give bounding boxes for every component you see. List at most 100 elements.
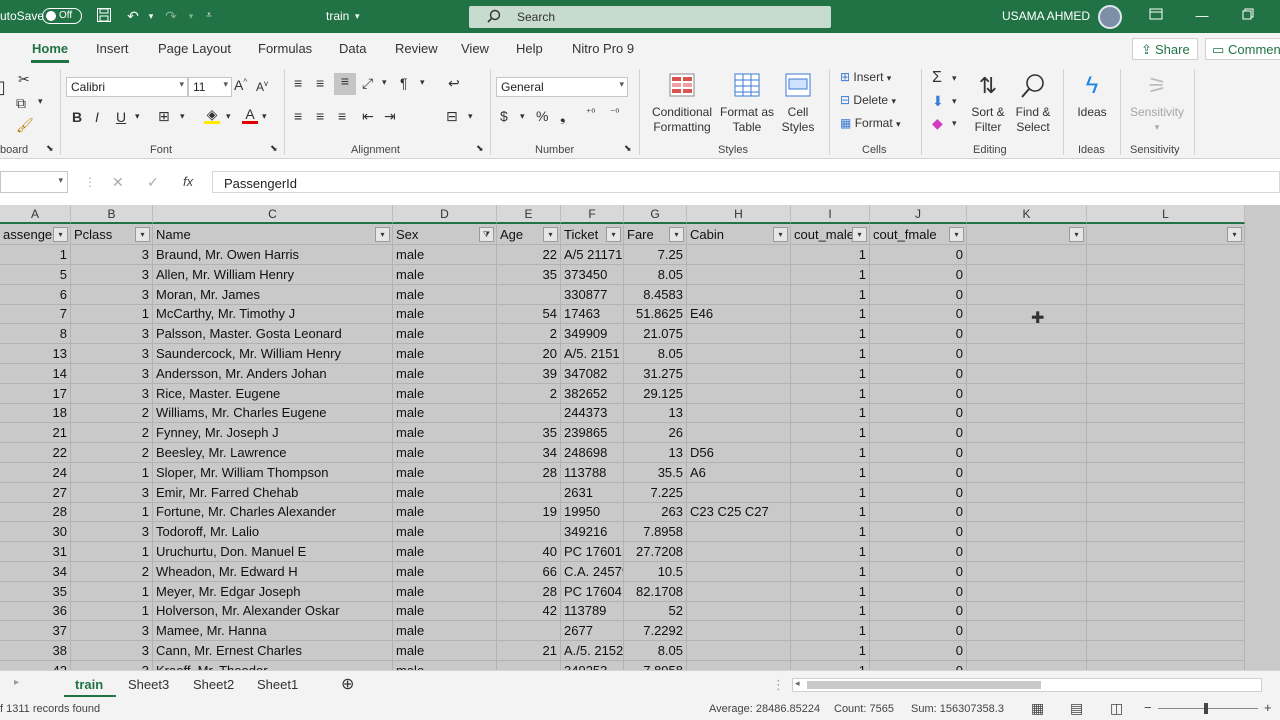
table-cell[interactable]: 373450 (561, 264, 624, 285)
text-direction-dropdown-icon[interactable]: ▾ (420, 77, 425, 88)
table-cell[interactable] (1087, 304, 1245, 325)
table-header-cell[interactable]: ▾ (1087, 225, 1245, 245)
page-break-view-icon[interactable]: ◫ (1110, 700, 1123, 717)
table-cell[interactable] (967, 245, 1087, 265)
table-cell[interactable]: A./5. 2152 (561, 641, 624, 661)
table-cell[interactable]: male (393, 482, 497, 503)
table-cell[interactable]: male (393, 462, 497, 483)
font-size-combo[interactable]: 11 ▾ (188, 77, 232, 97)
table-cell[interactable]: Sloper, Mr. William Thompson (153, 462, 393, 483)
tab-nitro-pro[interactable]: Nitro Pro 9 (572, 41, 634, 56)
table-cell[interactable]: male (393, 284, 497, 305)
top-align-icon[interactable]: ≡ (294, 75, 302, 91)
table-cell[interactable]: 3 (71, 264, 153, 285)
cell-styles-button[interactable]: Cell Styles (776, 71, 820, 135)
filter-dropdown-icon[interactable]: ▾ (773, 227, 788, 242)
horizontal-scrollbar[interactable]: ◂ (792, 678, 1262, 692)
number-launcher-icon[interactable]: ⬊ (624, 143, 632, 154)
table-cell[interactable]: male (393, 245, 497, 265)
table-cell[interactable] (687, 324, 791, 345)
table-cell[interactable]: 42 (497, 601, 561, 622)
table-cell[interactable]: 8.05 (624, 344, 687, 364)
table-cell[interactable]: 8.4583 (624, 284, 687, 305)
clipboard-launcher-icon[interactable]: ⬊ (46, 143, 54, 154)
table-cell[interactable]: 31.275 (624, 363, 687, 384)
tab-data[interactable]: Data (339, 41, 366, 56)
table-cell[interactable] (687, 522, 791, 543)
fill-icon[interactable]: ⬇ (932, 93, 944, 110)
increase-indent-icon[interactable]: ⇥ (384, 108, 396, 125)
table-cell[interactable]: 1 (791, 324, 870, 345)
file-menu-chevron-icon[interactable]: ▾ (355, 11, 360, 22)
filter-applied-icon[interactable]: ⧩ (479, 227, 494, 242)
format-cells-button[interactable]: ▦ Format ▾ (840, 116, 901, 130)
zoom-slider-track[interactable] (1158, 708, 1258, 709)
split-handle-icon[interactable]: ⋮ (772, 677, 785, 693)
italic-icon[interactable]: I (95, 109, 99, 125)
tab-formulas[interactable]: Formulas (258, 41, 312, 56)
table-cell[interactable]: 263 (624, 502, 687, 523)
align-right-icon[interactable]: ≡ (338, 108, 346, 124)
table-cell[interactable]: Wheadon, Mr. Edward H (153, 561, 393, 582)
table-cell[interactable] (1087, 502, 1245, 523)
table-cell[interactable]: D56 (687, 443, 791, 463)
table-cell[interactable] (1087, 245, 1245, 265)
sheet-nav-icon[interactable]: ▸ (14, 677, 19, 688)
table-cell[interactable]: male (393, 660, 497, 670)
column-header-b[interactable]: B (71, 205, 153, 224)
table-cell[interactable]: 0 (870, 601, 967, 622)
table-cell[interactable] (687, 542, 791, 562)
scroll-thumb[interactable] (807, 681, 1041, 689)
table-cell[interactable] (967, 363, 1087, 384)
percent-icon[interactable]: % (536, 108, 548, 124)
table-cell[interactable]: 10.5 (624, 561, 687, 582)
table-cell[interactable] (497, 660, 561, 670)
table-cell[interactable] (1087, 641, 1245, 661)
table-cell[interactable] (967, 383, 1087, 404)
table-cell[interactable]: 1 (71, 601, 153, 622)
table-cell[interactable]: Todoroff, Mr. Lalio (153, 522, 393, 543)
table-cell[interactable]: 2 (71, 561, 153, 582)
clear-dropdown-icon[interactable]: ▾ (952, 118, 957, 129)
table-cell[interactable]: 1 (791, 423, 870, 444)
table-cell[interactable]: 1 (791, 581, 870, 602)
table-cell[interactable]: 1 (791, 601, 870, 622)
table-cell[interactable]: 0 (870, 284, 967, 305)
merge-center-icon[interactable]: ⊟ (446, 108, 458, 125)
table-cell[interactable]: 31 (0, 542, 71, 562)
table-cell[interactable]: 347082 (561, 363, 624, 384)
autosum-icon[interactable]: Σ (932, 69, 942, 87)
table-cell[interactable]: 1 (791, 245, 870, 265)
table-cell[interactable]: 2 (71, 423, 153, 444)
format-as-table-button[interactable]: Format as Table (718, 71, 776, 135)
table-cell[interactable]: 0 (870, 363, 967, 384)
table-cell[interactable]: PC 17601 (561, 542, 624, 562)
table-cell[interactable]: male (393, 423, 497, 444)
table-cell[interactable]: 349253 (561, 660, 624, 670)
table-cell[interactable] (687, 284, 791, 305)
font-launcher-icon[interactable]: ⬊ (270, 143, 278, 154)
table-cell[interactable] (497, 284, 561, 305)
column-header-e[interactable]: E (497, 205, 561, 224)
paste-icon[interactable]: ▯ (0, 77, 6, 98)
table-cell[interactable]: 8 (0, 324, 71, 345)
table-cell[interactable] (687, 245, 791, 265)
user-name[interactable]: USAMA AHMED (1002, 9, 1090, 23)
table-cell[interactable]: 22 (497, 245, 561, 265)
table-cell[interactable]: 1 (71, 542, 153, 562)
filter-dropdown-icon[interactable]: ▾ (606, 227, 621, 242)
undo-dropdown-icon[interactable]: ▾ (142, 7, 160, 25)
table-cell[interactable] (687, 344, 791, 364)
formula-input[interactable]: PassengerId (212, 171, 1280, 193)
format-painter-icon[interactable]: 🖌 (16, 117, 34, 134)
column-header-c[interactable]: C (153, 205, 393, 224)
column-header-f[interactable]: F (561, 205, 624, 224)
table-cell[interactable] (967, 641, 1087, 661)
table-cell[interactable]: 1 (71, 502, 153, 523)
table-cell[interactable]: 0 (870, 502, 967, 523)
table-cell[interactable]: 38 (0, 641, 71, 661)
table-cell[interactable] (687, 601, 791, 622)
tab-page-layout[interactable]: Page Layout (158, 41, 231, 56)
table-cell[interactable]: 3 (71, 324, 153, 345)
table-cell[interactable]: 7.8958 (624, 522, 687, 543)
